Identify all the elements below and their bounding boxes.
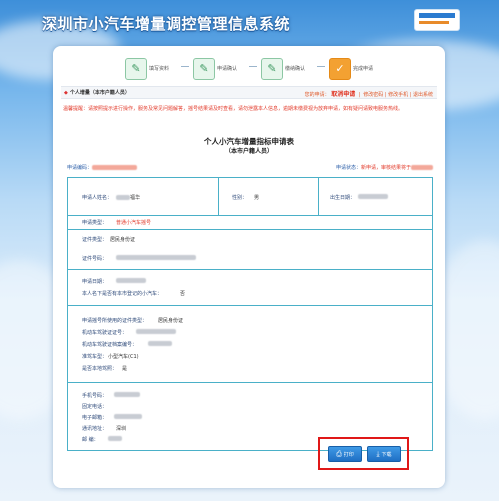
type-value: 普通小汽车摇号 (116, 220, 152, 226)
download-button[interactable]: ⤓ 下载 (367, 446, 401, 462)
status-prefix: 您的申请： (304, 92, 330, 98)
table-row: 申请人姓名： 福华 性别： 男 出生日期： (68, 178, 432, 216)
step-label: 申请确认 (217, 66, 238, 72)
table-row: 申请摇号所使用的证件类型： 居民身份证 机动车驾驶证证号： 机动车驾驶证档案编号… (68, 305, 432, 383)
application-table: 申请人姓名： 福华 性别： 男 出生日期： 申请类型： 普通小汽车摇号 证件类型… (67, 177, 433, 451)
id-type-label: 证件类型： (82, 237, 108, 243)
step-divider (249, 66, 257, 67)
logo-badge (414, 9, 460, 31)
prev-id-type-label: 申请摇号所使用的证件类型： (82, 318, 148, 324)
section-title: ◆ 个人增量（本市户籍人员） (64, 90, 130, 96)
phone-label: 手机号码： (82, 393, 108, 399)
gender-value: 男 (254, 195, 260, 201)
application-status: 申请状态：新申请，审核结果将于 (336, 164, 433, 171)
system-title: 深圳市小汽车增量调控管理信息系统 (42, 15, 291, 33)
id-no-value (116, 255, 196, 261)
checkmark-icon: ✓ (329, 58, 351, 80)
local-license-label: 是否本地驾照： (82, 366, 118, 372)
fixed-phone-label: 固定电话： (82, 404, 108, 410)
main-card: ✎ 填写资料 ✎ 申请确认 ✎ 缴纳确认 ✓ 完成申请 ◆ 个人增量（本市户籍人员… (53, 46, 445, 488)
address-value: 深圳 (116, 426, 127, 432)
phone-value (114, 392, 140, 398)
form-subtitle: （本市户籍人员） (224, 148, 273, 155)
step-divider (181, 66, 189, 67)
birth-value (358, 194, 388, 200)
print-button[interactable]: ⎙ 打印 (328, 446, 362, 462)
id-type-value: 居民身份证 (110, 237, 136, 243)
owned-car-label: 本人名下是否有本市登记的小汽车： (82, 291, 163, 297)
table-row: 申请类型： 普通小汽车摇号 (68, 215, 432, 230)
notice-bar: ◆ 个人增量（本市户籍人员） 您的申请： 取消申请 | 修改密码 | 修改手机 |… (61, 86, 437, 99)
prev-id-type-value: 居民身份证 (158, 318, 184, 324)
table-row: 证件类型： 居民身份证 证件号码： (68, 229, 432, 270)
cancel-application-link[interactable]: 取消申请 (331, 91, 355, 98)
step-label: 缴纳确认 (285, 66, 306, 72)
step-label: 完成申请 (353, 66, 374, 72)
local-license-value: 是 (122, 366, 128, 372)
name-value: 福华 (116, 194, 140, 201)
table-row: 申请日期： 本人名下是否有本市登记的小汽车： 否 (68, 269, 432, 306)
license-file-label: 机动车驾驶证档案编号： (82, 342, 138, 348)
warning-text: 温馨提醒：请按照提示进行操作，服务及常见问题解答，摇号结果请及时查看，请勿泄露本… (63, 106, 404, 112)
car-type-label: 准驾车型： (82, 354, 108, 360)
type-label: 申请类型： (82, 220, 108, 226)
id-no-label: 证件号码： (82, 256, 108, 262)
download-icon: ⤓ (376, 450, 380, 458)
owned-car-value: 否 (180, 291, 186, 297)
step-indicator: ✎ 填写资料 ✎ 申请确认 ✎ 缴纳确认 ✓ 完成申请 (125, 56, 375, 82)
license-no-label: 机动车驾驶证证号： (82, 330, 128, 336)
form-icon: ✎ (125, 58, 147, 80)
license-no-value (136, 329, 176, 335)
email-value (114, 414, 142, 420)
form-icon: ✎ (261, 58, 283, 80)
step-divider (317, 66, 325, 67)
zip-label: 邮 编： (82, 437, 99, 443)
form-meta: 申请编码： 申请状态：新申请，审核结果将于 (67, 164, 433, 174)
apply-date-label: 申请日期： (82, 279, 108, 285)
zip-value (108, 436, 122, 442)
email-label: 电子邮箱： (82, 415, 108, 421)
account-menu-links[interactable]: 修改密码 | 修改手机 | 退出系统 (363, 92, 433, 98)
application-code: 申请编码： (67, 164, 138, 171)
printer-icon: ⎙ (336, 450, 342, 458)
step-label: 填写资料 (149, 66, 170, 72)
name-label: 申请人姓名： (82, 195, 113, 201)
address-label: 通讯地址： (82, 426, 108, 432)
birth-label: 出生日期： (330, 195, 356, 201)
car-type-value: 小型汽车(C1) (108, 354, 139, 360)
gender-label: 性别： (232, 195, 248, 201)
account-links: 您的申请： 取消申请 | 修改密码 | 修改手机 | 退出系统 (304, 91, 433, 98)
license-file-value (148, 341, 172, 347)
form-icon: ✎ (193, 58, 215, 80)
action-buttons-highlight: ⎙ 打印 ⤓ 下载 (318, 437, 409, 470)
apply-date-value (116, 278, 146, 284)
